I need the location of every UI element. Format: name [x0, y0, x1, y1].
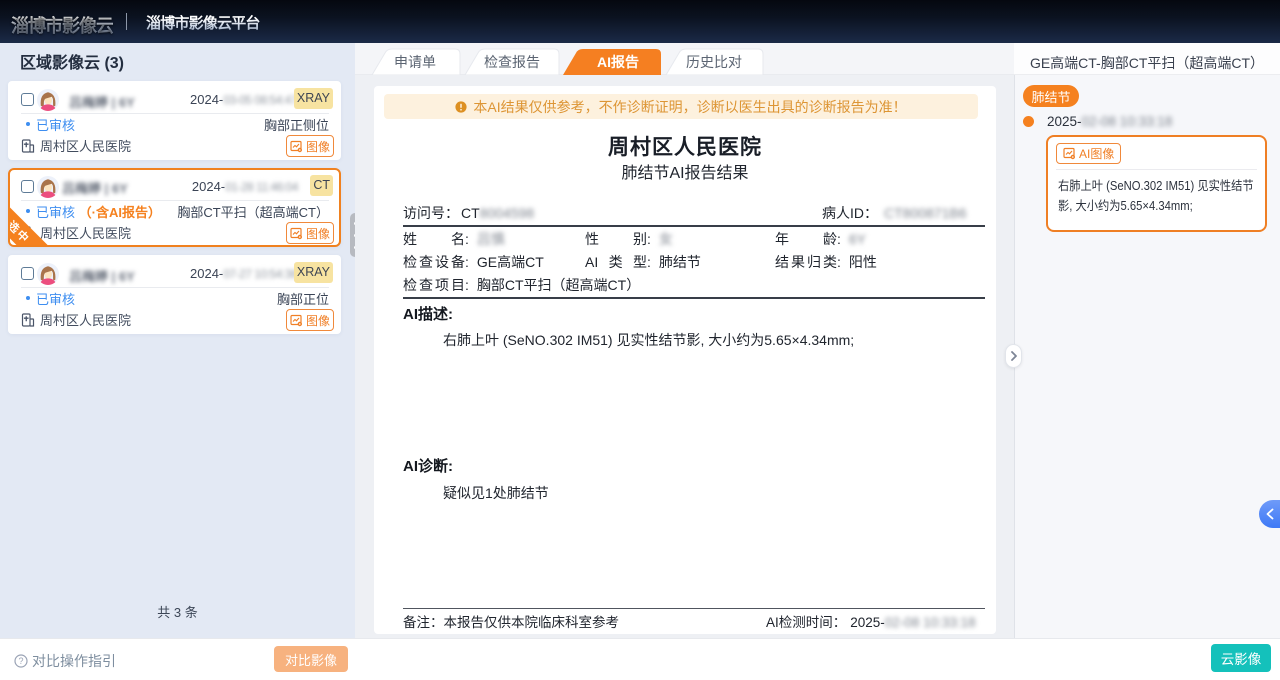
- svg-text:AI报告: AI报告: [597, 54, 639, 70]
- svg-text:申请单: 申请单: [394, 54, 436, 70]
- svg-text:?: ?: [18, 656, 23, 666]
- svg-text:检查报告: 检查报告: [484, 54, 540, 70]
- svg-text:历史比对: 历史比对: [686, 54, 742, 70]
